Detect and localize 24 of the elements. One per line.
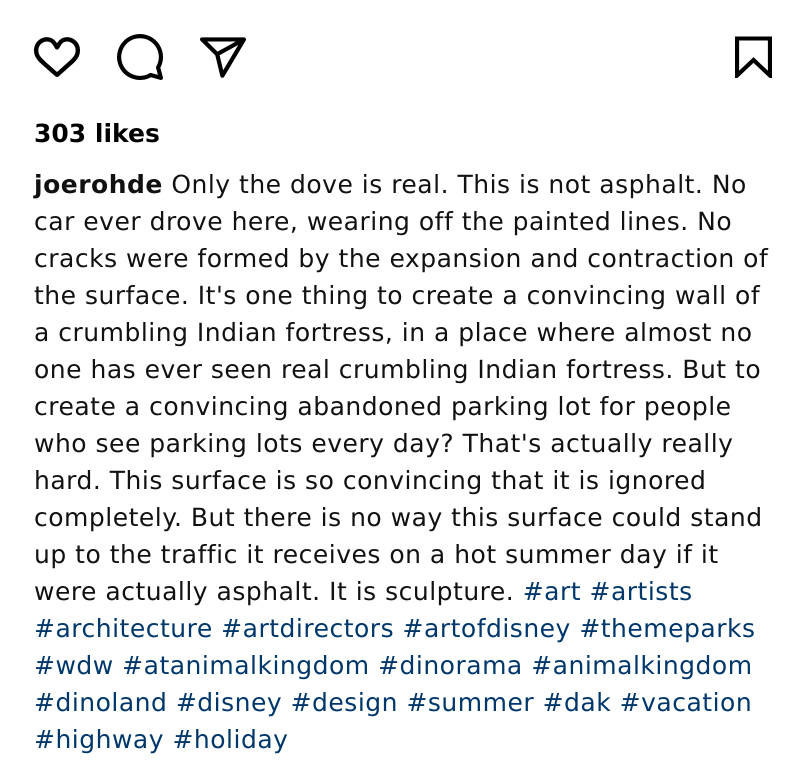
hashtag-link[interactable]: #atanimalkingdom	[122, 651, 370, 680]
heart-icon[interactable]	[34, 37, 80, 77]
hashtag-link[interactable]: #artdirectors	[221, 614, 394, 643]
hashtag-link[interactable]: #dinorama	[378, 651, 523, 680]
hashtag-link[interactable]: #architecture	[34, 614, 213, 643]
hashtag-link[interactable]: #art	[522, 577, 582, 606]
hashtag-link[interactable]: #holiday	[172, 725, 288, 754]
paper-plane-icon[interactable]	[200, 36, 246, 78]
hashtag-link[interactable]: #vacation	[620, 688, 752, 717]
hashtag-link[interactable]: #themeparks	[579, 614, 756, 643]
likes-count[interactable]: 303 likes	[34, 119, 160, 149]
hashtag-link[interactable]: #summer	[406, 688, 534, 717]
hashtag-link[interactable]: #disney	[176, 688, 282, 717]
hashtag-link[interactable]: #dinoland	[34, 688, 168, 717]
hashtag-link[interactable]: #design	[290, 688, 398, 717]
hashtag-link[interactable]: #animalkingdom	[531, 651, 753, 680]
bookmark-icon[interactable]	[735, 36, 772, 78]
hashtag-link[interactable]: #highway	[34, 725, 164, 754]
hashtag-link[interactable]: #dak	[542, 688, 612, 717]
speech-bubble-icon[interactable]	[117, 34, 163, 80]
hashtag-link[interactable]: #wdw	[34, 651, 114, 680]
hashtag-link[interactable]: #artofdisney	[402, 614, 571, 643]
post-caption: joerohde Only the dove is real. This is not asphalt. No car ever drove here, wearing off the painted lines. No cracks were formed by the expansion and contraction of the surface. It's one thing to create a convincing wall of a crumbling Indian fortress, in a place where almost no one has ever seen real crumbling Indian fortress. But to create a convincing abandoned parking lot for people who see parking lots every day? That's actually really hard. This surface is so convincing that it is ignored completely. But there is no way this surface could stand up to the traffic it receives on a hot summer day if it were actually asphalt. It is sculpture. #art #artists #architecture #artdirectors #artofdisney #themeparks #wdw #atanimalkingdom #dinorama #animalkingdom #dinoland #disney #design #summer #dak #vacation #highway #holiday	[34, 169, 770, 756]
hashtag-link[interactable]: #artists	[590, 577, 693, 606]
